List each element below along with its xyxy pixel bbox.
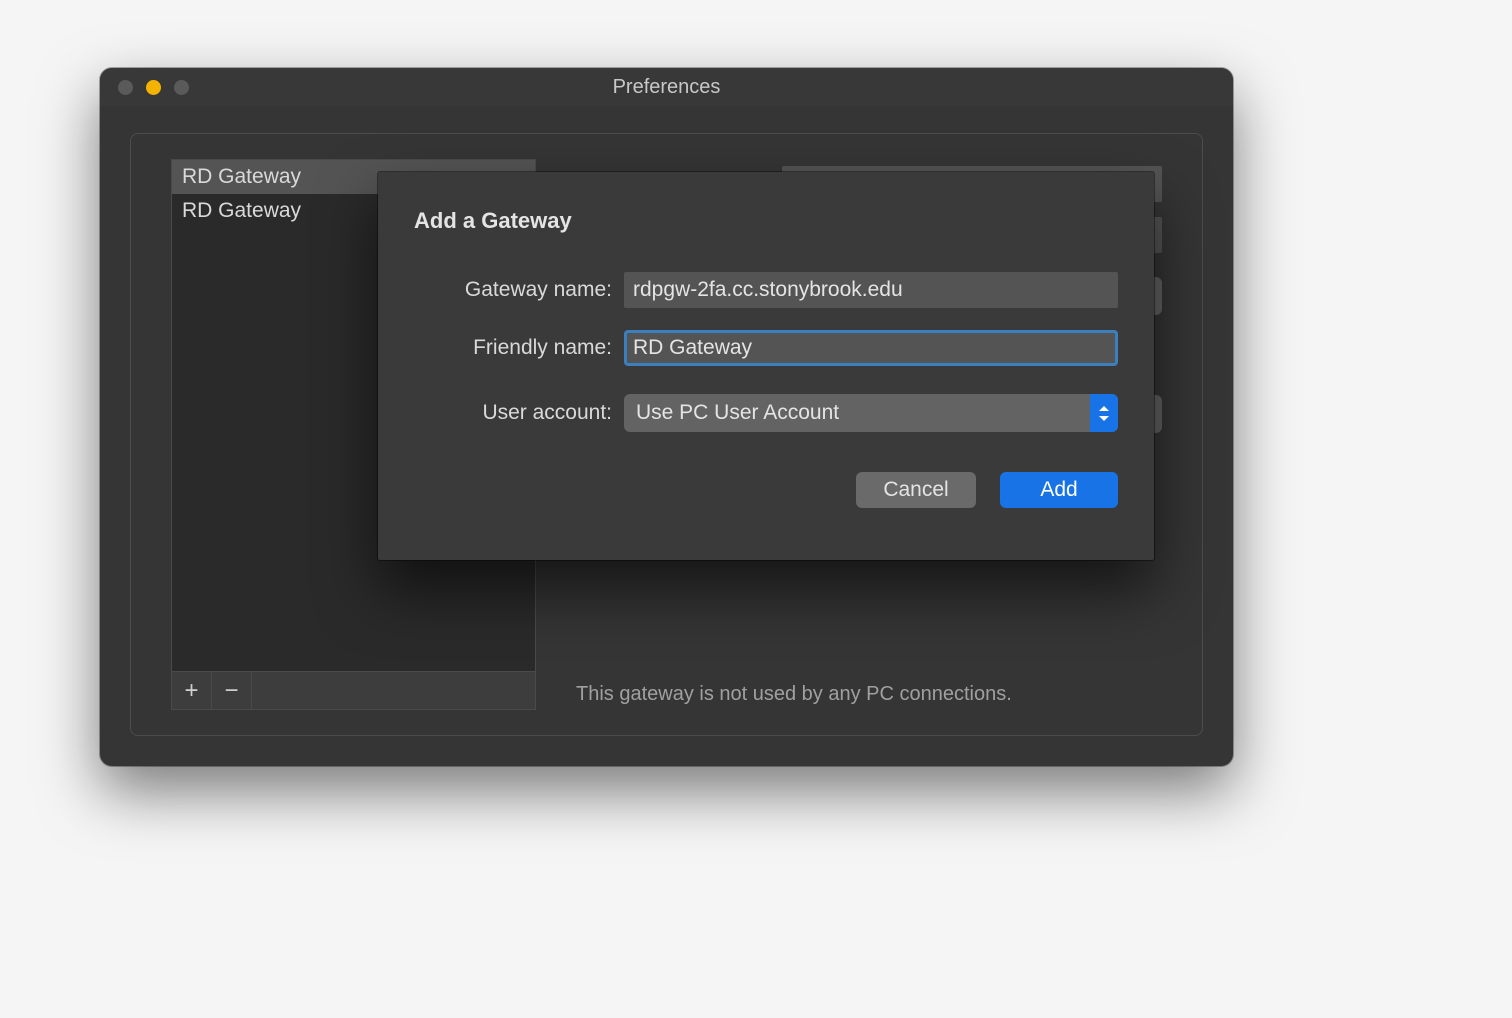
preferences-window: Preferences RD Gateway RD Gateway + [100,68,1233,766]
select-value: Use PC User Account [624,401,1090,425]
friendly-name-label: Friendly name: [414,336,612,360]
user-account-label: User account: [414,401,612,425]
cancel-button[interactable]: Cancel [856,472,976,508]
friendly-name-row: Friendly name: [414,330,1118,366]
status-text: This gateway is not used by any PC conne… [576,683,1012,706]
gateway-name-row: Gateway name: [414,272,1118,308]
traffic-lights [118,80,189,95]
minus-icon: − [224,677,238,705]
gateway-name-input[interactable] [624,272,1118,308]
sheet-title: Add a Gateway [414,208,1118,234]
maximize-button[interactable] [174,80,189,95]
add-gateway-sheet: Add a Gateway Gateway name: Friendly nam… [378,172,1154,560]
close-button[interactable] [118,80,133,95]
sheet-buttons: Cancel Add [414,472,1118,508]
add-button[interactable]: Add [1000,472,1118,508]
list-item-label: RD Gateway [182,165,301,188]
titlebar: Preferences [100,68,1233,106]
list-toolbar: + − [171,672,536,710]
chevron-up-down-icon [1090,394,1118,432]
minimize-button[interactable] [146,80,161,95]
add-gateway-button[interactable]: + [172,672,212,709]
user-account-row: User account: Use PC User Account [414,394,1118,432]
user-account-select[interactable]: Use PC User Account [624,394,1118,432]
list-item-label: RD Gateway [182,199,301,222]
gateway-name-label: Gateway name: [414,278,612,302]
window-title: Preferences [100,76,1233,99]
plus-icon: + [184,677,198,705]
remove-gateway-button[interactable]: − [212,672,252,709]
friendly-name-input[interactable] [624,330,1118,366]
